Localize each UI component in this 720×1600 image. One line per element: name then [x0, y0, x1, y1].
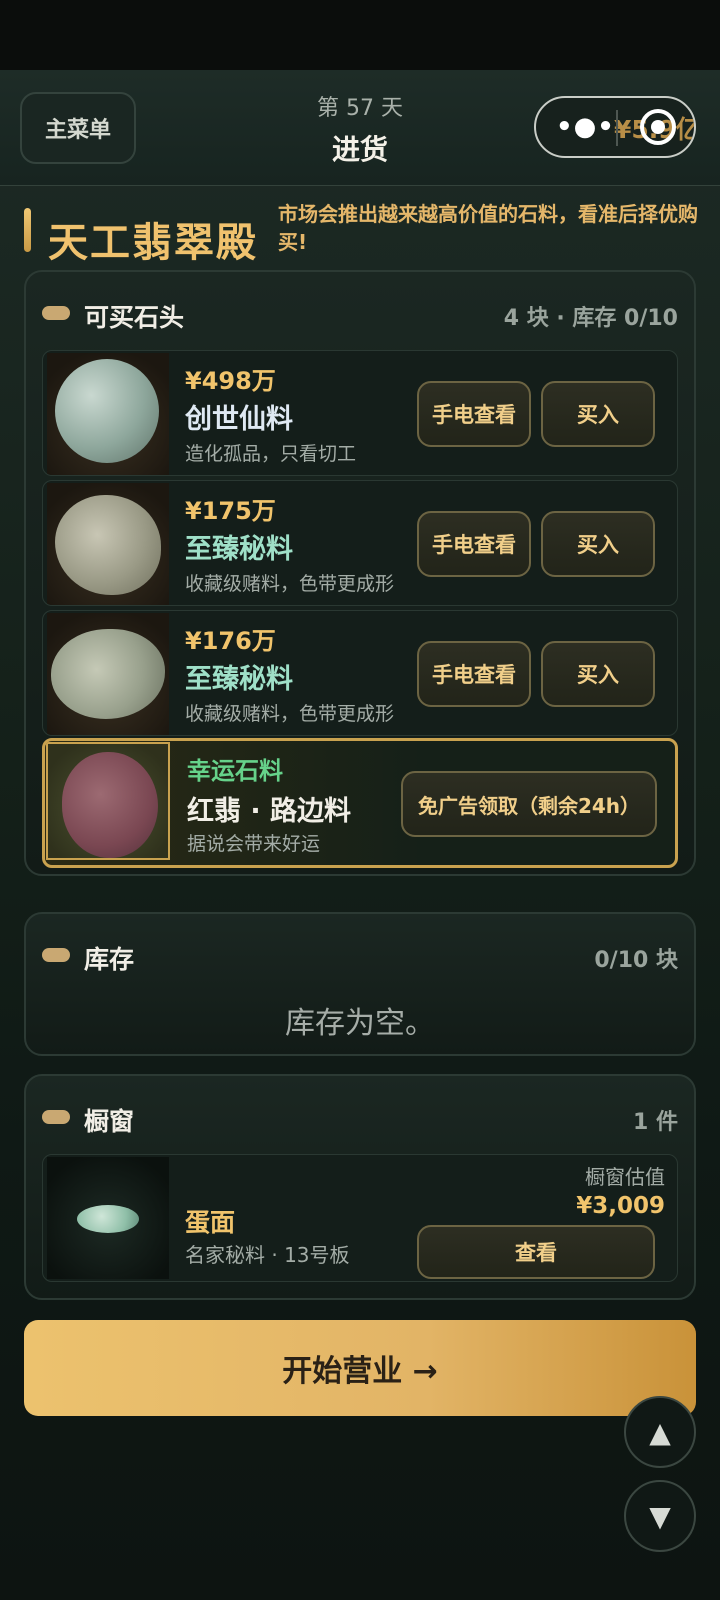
- buy-button[interactable]: 买入: [541, 511, 655, 577]
- stone-description: 收藏级赌料，色带更成形: [185, 703, 395, 725]
- buy-button[interactable]: 买入: [541, 381, 655, 447]
- buy-button[interactable]: 买入: [541, 641, 655, 707]
- stone-description: 据说会带来好运: [187, 833, 321, 855]
- view-button[interactable]: 查看: [417, 1225, 655, 1279]
- showcase-item-description: 名家秘料 · 13号板: [185, 1243, 350, 1267]
- stone-price: ¥175万: [185, 497, 276, 525]
- showcase-value-label: 橱窗估值: [585, 1165, 665, 1189]
- scroll-down-button[interactable]: ▼: [624, 1480, 696, 1552]
- stone-name: 红翡 · 路边料: [187, 796, 352, 827]
- shop-name: 天工翡翠殿: [48, 220, 258, 266]
- stone-description: 造化孤品，只看切工: [185, 443, 357, 465]
- showcase-title: 橱窗: [84, 1107, 135, 1136]
- showcase-value: ¥3,009: [576, 1193, 665, 1219]
- mini-program-capsule: ¥5.9亿 •●•: [534, 96, 696, 158]
- buy-panel-summary: 4 块 · 库存 0/10: [503, 306, 678, 331]
- buy-panel-title: 可买石头: [84, 303, 185, 332]
- stone-name: 至臻秘料: [185, 534, 293, 565]
- showcase-panel: 橱窗 1 件 蛋面 名家秘料 · 13号板 橱窗估值 ¥3,009 查看: [24, 1074, 696, 1300]
- stone-image: [51, 629, 165, 719]
- capsule-divider: [616, 110, 618, 146]
- inventory-panel: 库存 0/10 块 库存为空。: [24, 912, 696, 1056]
- stone-name: 创世仙料: [185, 404, 293, 435]
- stone-price: ¥176万: [185, 627, 276, 655]
- stone-thumbnail: [47, 353, 169, 475]
- stone-item: ¥175万 至臻秘料 收藏级赌料，色带更成形 手电查看 买入: [42, 480, 678, 606]
- more-dots-icon[interactable]: •●•: [556, 112, 615, 142]
- stone-price: ¥498万: [185, 367, 276, 395]
- stone-item: ¥498万 创世仙料 造化孤品，只看切工 手电查看 买入: [42, 350, 678, 476]
- stone-item: ¥176万 至臻秘料 收藏级赌料，色带更成形 手电查看 买入: [42, 610, 678, 736]
- showcase-item: 蛋面 名家秘料 · 13号板 橱窗估值 ¥3,009 查看: [42, 1154, 678, 1282]
- stone-thumbnail: [47, 613, 169, 735]
- showcase-count: 1 件: [633, 1110, 678, 1135]
- status-bar: [0, 0, 720, 70]
- showcase-item-name: 蛋面: [185, 1208, 236, 1237]
- stone-description: 收藏级赌料，色带更成形: [185, 573, 395, 595]
- lucky-stone-item: 幸运石料 红翡 · 路边料 据说会带来好运 免广告领取（剩余24h）: [42, 738, 678, 868]
- stone-image: [55, 495, 161, 595]
- flashlight-inspect-button[interactable]: 手电查看: [417, 511, 531, 577]
- inventory-title: 库存: [84, 945, 135, 974]
- start-business-button[interactable]: 开始营业 →: [24, 1320, 696, 1416]
- pill-icon: [42, 948, 70, 962]
- stone-image: [55, 359, 159, 463]
- stone-thumbnail: [47, 483, 169, 605]
- shop-accent-bar: [24, 208, 31, 252]
- stone-thumbnail: [46, 742, 170, 860]
- inventory-empty-text: 库存为空。: [285, 1006, 435, 1041]
- flashlight-inspect-button[interactable]: 手电查看: [417, 381, 531, 447]
- shop-tip: 市场会推出越来越高价值的石料，看准后择优购买!: [278, 202, 698, 254]
- stone-image: [62, 752, 158, 858]
- claim-free-button[interactable]: 免广告领取（剩余24h）: [401, 771, 657, 837]
- target-icon[interactable]: [640, 109, 676, 145]
- lucky-tag: 幸运石料: [187, 757, 283, 785]
- top-header: 主菜单 第 57 天 进货 ¥5.9亿 •●•: [0, 70, 720, 186]
- buy-panel: 可买石头 4 块 · 库存 0/10 ¥498万 创世仙料 造化孤品，只看切工 …: [24, 270, 696, 876]
- stone-name: 至臻秘料: [185, 664, 293, 695]
- cabochon-image: [77, 1205, 139, 1233]
- inventory-count: 0/10 块: [594, 948, 678, 973]
- stone-thumbnail: [47, 1157, 169, 1279]
- flashlight-inspect-button[interactable]: 手电查看: [417, 641, 531, 707]
- app-screen: 主菜单 第 57 天 进货 ¥5.9亿 •●• 天工翡翠殿 市场会推出越来越高价…: [0, 70, 720, 1600]
- pill-icon: [42, 1110, 70, 1124]
- scroll-up-button[interactable]: ▲: [624, 1396, 696, 1468]
- pill-icon: [42, 306, 70, 320]
